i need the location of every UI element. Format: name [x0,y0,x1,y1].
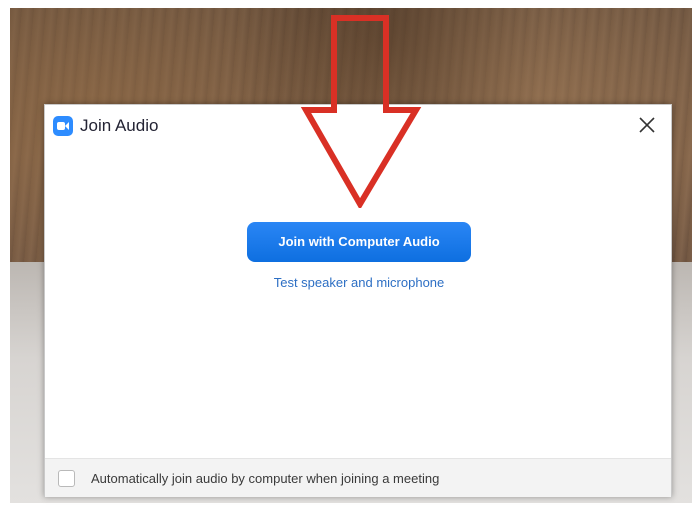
join-computer-audio-button[interactable]: Join with Computer Audio [247,222,471,262]
down-arrow-icon [300,14,422,210]
dialog-title: Join Audio [80,116,159,135]
test-speaker-microphone-link[interactable]: Test speaker and microphone [45,275,673,290]
auto-join-label: Automatically join audio by computer whe… [91,471,440,486]
auto-join-checkbox[interactable] [58,470,75,487]
close-icon[interactable] [635,113,659,137]
dialog-footer: Automatically join audio by computer whe… [45,458,671,497]
camera-icon [53,116,73,136]
